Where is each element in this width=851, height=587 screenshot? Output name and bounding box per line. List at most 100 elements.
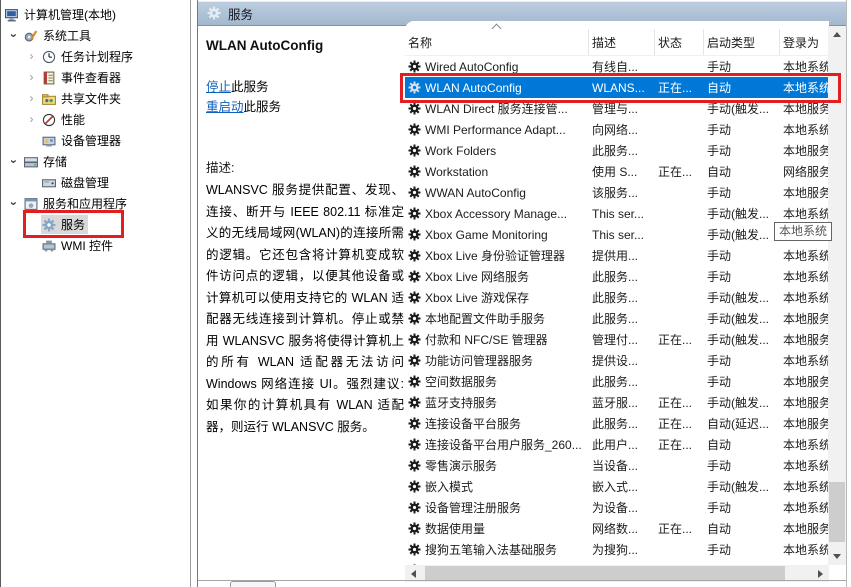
- service-row[interactable]: 连接设备平台用户服务_260...此用户...正在...自动本地系统: [405, 434, 829, 455]
- service-gear-icon: [405, 102, 422, 115]
- service-name: 本地配置文件助手服务: [422, 310, 589, 327]
- service-logon-as: 本地系统: [780, 121, 829, 138]
- tree-item-event-viewer[interactable]: ›事件查看器: [1, 67, 190, 88]
- stop-service-link[interactable]: 停止: [206, 80, 231, 94]
- tree-item-performance[interactable]: ›性能: [1, 109, 190, 130]
- service-row[interactable]: 付款和 NFC/SE 管理器管理付...正在...手动(触发...本地服务: [405, 329, 829, 350]
- tree-item-shared-folders[interactable]: › 共享文件夹: [1, 88, 190, 109]
- service-logon-as: 本地服务: [780, 394, 829, 411]
- service-row[interactable]: 连接设备平台服务此服务...正在...自动(延迟...本地服务: [405, 413, 829, 434]
- tree-item-task-scheduler[interactable]: ›任务计划程序: [1, 46, 190, 67]
- tree-item-device-manager[interactable]: 设备管理器: [1, 130, 190, 151]
- expand-arrow-icon[interactable]: ›: [22, 67, 41, 88]
- vertical-scrollbar[interactable]: [828, 26, 846, 565]
- service-gear-icon: [405, 291, 422, 304]
- scroll-up-arrow[interactable]: [828, 26, 845, 43]
- selected-service-name: WLAN AutoConfig: [206, 38, 400, 53]
- service-row[interactable]: WWAN AutoConfig该服务...手动本地服务: [405, 182, 829, 203]
- service-row[interactable]: Xbox Accessory Manage...This ser...手动(触发…: [405, 203, 829, 224]
- view-tab-stub[interactable]: [230, 581, 276, 587]
- service-name: 连接设备平台服务: [422, 415, 589, 432]
- service-info-pane: WLAN AutoConfig 停止此服务 重启动此服务 描述: WLANSVC…: [199, 26, 404, 579]
- column-header-2[interactable]: 状态: [655, 29, 704, 55]
- service-row[interactable]: 空间数据服务此服务...手动本地服务: [405, 371, 829, 392]
- collapse-arrow-icon[interactable]: ›: [3, 152, 24, 171]
- expand-arrow-icon[interactable]: ›: [22, 46, 41, 67]
- restart-service-link[interactable]: 重启动: [206, 100, 244, 114]
- service-name: 功能访问管理器服务: [422, 352, 589, 369]
- service-gear-icon: [405, 522, 422, 535]
- service-name: 蓝牙支持服务: [422, 394, 589, 411]
- tree-item-services-and-applications[interactable]: ›服务和应用程序: [1, 193, 190, 214]
- tree-item-label: 系统工具: [43, 27, 91, 44]
- disk-management-icon: [42, 176, 56, 190]
- service-logon-as: 本地服务: [780, 310, 829, 327]
- restart-service-line: 重启动此服务: [206, 97, 400, 117]
- service-startup-type: 手动: [704, 499, 780, 516]
- service-description: 向网络...: [589, 121, 655, 138]
- service-description: 当设备...: [589, 457, 655, 474]
- tree-item-system-tools[interactable]: › 系统工具: [1, 25, 190, 46]
- expand-arrow-icon[interactable]: ›: [22, 88, 41, 109]
- service-name: 零售演示服务: [422, 457, 589, 474]
- collapse-arrow-icon[interactable]: ›: [3, 26, 24, 45]
- service-logon-as: 本地服务: [780, 184, 829, 201]
- service-row[interactable]: 零售演示服务当设备...手动本地系统: [405, 455, 829, 476]
- service-description: 有线自...: [589, 58, 655, 75]
- tree-item-wmi-control[interactable]: WMI 控件: [1, 235, 190, 256]
- service-startup-type: 手动: [704, 184, 780, 201]
- service-status: 正在...: [655, 79, 704, 96]
- column-header-3[interactable]: 启动类型: [704, 29, 780, 55]
- service-row[interactable]: 功能访问管理器服务提供设...手动本地系统: [405, 350, 829, 371]
- services-apps-icon: [24, 197, 38, 211]
- tree-item-services[interactable]: 服务: [1, 214, 190, 235]
- service-row[interactable]: Xbox Game MonitoringThis ser...手动(触发...本…: [405, 224, 829, 245]
- service-row[interactable]: WMI Performance Adapt...向网络...手动本地系统: [405, 119, 829, 140]
- service-logon-as: 本地系统: [780, 205, 829, 222]
- console-tree: 计算机管理(本地)›系统工具›任务计划程序›事件查看器›共享文件夹›性能设备管理…: [1, 0, 191, 587]
- column-header-4[interactable]: 登录为: [780, 29, 829, 55]
- service-row[interactable]: 本地配置文件助手服务此服务...手动(触发...本地服务: [405, 308, 829, 329]
- scroll-down-arrow[interactable]: [828, 548, 845, 565]
- service-description: 此服务...: [589, 289, 655, 306]
- service-row[interactable]: Xbox Live 网络服务此服务...手动本地系统: [405, 266, 829, 287]
- service-logon-as: 本地系统: [780, 289, 829, 306]
- service-startup-type: 手动(触发...: [704, 289, 780, 306]
- tree-item-storage[interactable]: ›存储: [1, 151, 190, 172]
- service-row[interactable]: WLAN AutoConfigWLANS...正在...自动本地系统: [405, 77, 829, 98]
- tree-item-label: 共享文件夹: [61, 90, 121, 107]
- service-gear-icon: [405, 249, 422, 262]
- service-row[interactable]: Wired AutoConfig有线自...手动本地系统: [405, 56, 829, 77]
- column-header-1[interactable]: 描述: [589, 29, 655, 55]
- service-description: 网络数...: [589, 520, 655, 537]
- service-startup-type: 手动(触发...: [704, 331, 780, 348]
- horizontal-scroll-thumb[interactable]: [425, 566, 785, 581]
- service-row[interactable]: WLAN Direct 服务连接管...管理与...手动(触发...本地服务: [405, 98, 829, 119]
- service-row[interactable]: 搜狗五笔输入法基础服务为搜狗...手动本地系统: [405, 539, 829, 560]
- service-row[interactable]: 设备管理注册服务为设备...手动本地系统: [405, 497, 829, 518]
- description-label: 描述:: [206, 157, 400, 176]
- service-row[interactable]: 蓝牙支持服务蓝牙服...正在...手动(触发...本地服务: [405, 392, 829, 413]
- device-manager-icon: [42, 134, 56, 148]
- expand-arrow-icon[interactable]: ›: [22, 109, 41, 130]
- service-row[interactable]: 嵌入模式嵌入式...手动(触发...本地系统: [405, 476, 829, 497]
- service-row[interactable]: Workstation使用 S...正在...自动网络服务: [405, 161, 829, 182]
- service-description: 使用 S...: [589, 163, 655, 180]
- tree-item-disk-management[interactable]: 磁盘管理: [1, 172, 190, 193]
- service-row[interactable]: Xbox Live 游戏保存此服务...手动(触发...本地系统: [405, 287, 829, 308]
- service-name: 设备管理注册服务: [422, 499, 589, 516]
- collapse-arrow-icon[interactable]: ›: [3, 194, 24, 213]
- tree-item-computer-management[interactable]: 计算机管理(本地): [1, 4, 190, 25]
- service-logon-as: 本地服务: [780, 331, 829, 348]
- service-startup-type: 手动: [704, 373, 780, 390]
- service-row[interactable]: Work Folders此服务...手动本地服务: [405, 140, 829, 161]
- vertical-scroll-thumb[interactable]: [829, 482, 845, 542]
- service-gear-icon: [405, 186, 422, 199]
- service-description: 嵌入式...: [589, 478, 655, 495]
- service-description: 提供用...: [589, 247, 655, 264]
- service-logon-as: 本地系统: [780, 352, 829, 369]
- wmi-control-icon: [42, 239, 56, 253]
- service-logon-as: 本地系统: [780, 499, 829, 516]
- service-row[interactable]: Xbox Live 身份验证管理器提供用...手动本地系统: [405, 245, 829, 266]
- service-row[interactable]: 数据使用量网络数...正在...自动本地服务: [405, 518, 829, 539]
